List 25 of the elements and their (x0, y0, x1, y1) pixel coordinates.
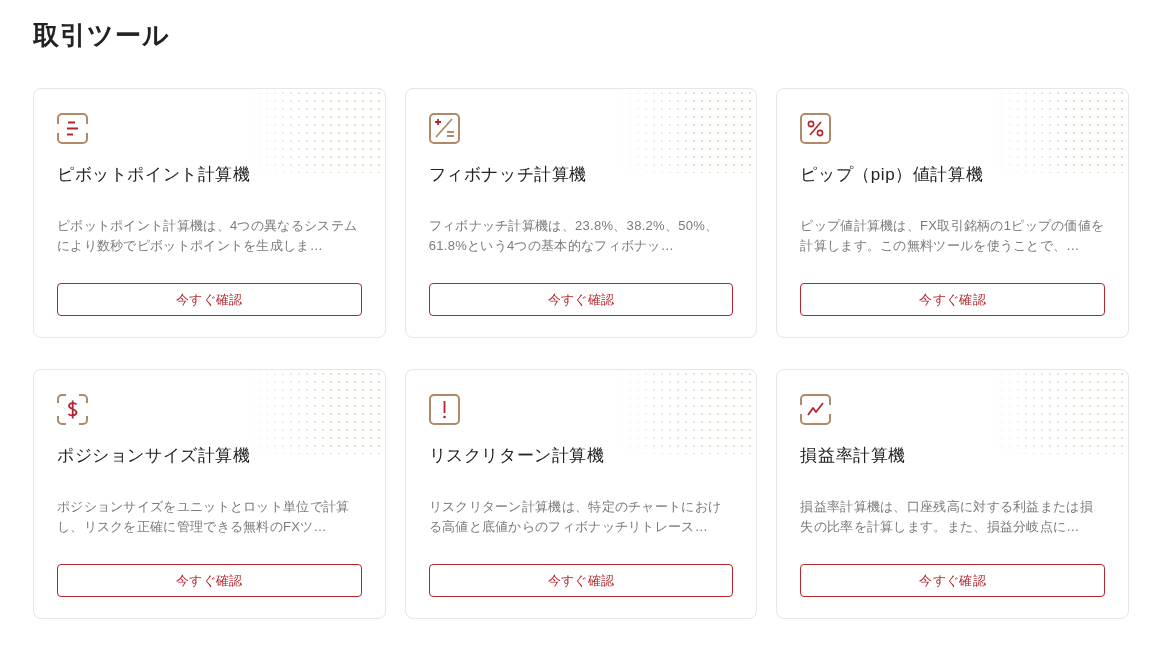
tool-description: フィボナッチ計算機は、23.8%、38.2%、50%、61.8%という4つの基本的なフィボナッ… (428, 217, 720, 255)
check-now-button[interactable]: 今すぐ確認 (57, 283, 362, 316)
check-now-button[interactable]: 今すぐ確認 (428, 283, 734, 316)
math-signs-icon (428, 113, 460, 144)
tool-description: ポジションサイズをユニットとロット単位で計算し、リスクを正確に管理できる無料のFXツ… (57, 498, 351, 536)
check-now-button[interactable]: 今すぐ確認 (428, 564, 734, 597)
tool-title: ポジションサイズ計算機 (57, 445, 252, 467)
percent-icon (800, 113, 832, 144)
tool-description: ピボットポイント計算機は、4つの異なるシステムにより数秒でピボットポイントを生成しま… (57, 217, 359, 255)
line-chart-icon (800, 394, 832, 425)
dollar-icon (57, 394, 88, 425)
tool-title: ピップ（pip）値計算機 (800, 164, 985, 186)
lines-icon (57, 113, 88, 144)
tool-title: フィボナッチ計算機 (428, 164, 589, 186)
exclamation-icon (428, 394, 460, 425)
check-now-button[interactable]: 今すぐ確認 (800, 283, 1105, 316)
tool-title: ピボットポイント計算機 (57, 164, 252, 186)
tool-description: リスクリターン計算機は、特定のチャートにおける高値と底値からのフィボナッチリトレース… (428, 498, 723, 536)
tool-description: 損益率計算機は、口座残高に対する利益または損失の比率を計算します。また、損益分岐点に… (800, 498, 1094, 536)
page-title: 取引ツール (33, 19, 171, 52)
tool-description: ピップ値計算機は、FX取引銘柄の1ピップの価値を計算します。この無料ツールを使うことで、… (800, 217, 1105, 255)
check-now-button[interactable]: 今すぐ確認 (800, 564, 1105, 597)
tool-title: リスクリターン計算機 (428, 445, 606, 467)
check-now-button[interactable]: 今すぐ確認 (57, 564, 362, 597)
tool-title: 損益率計算機 (800, 445, 907, 467)
